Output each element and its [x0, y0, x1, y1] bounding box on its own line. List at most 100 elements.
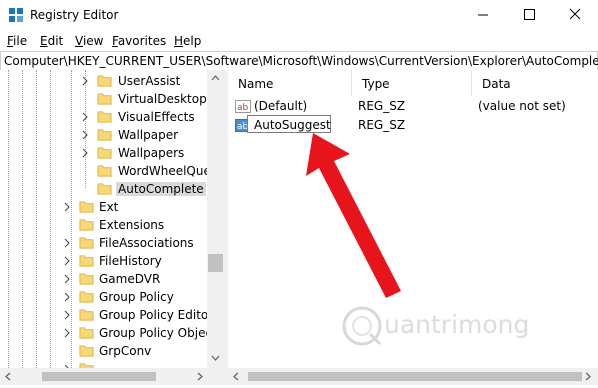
folder-icon	[79, 237, 94, 249]
chevron-right-icon[interactable]	[62, 291, 72, 303]
scroll-left-icon	[5, 372, 11, 381]
folder-icon	[79, 255, 94, 267]
scrollbar-track	[233, 372, 591, 381]
tree-item[interactable]: Group Policy Objects	[0, 324, 223, 342]
tree-item-label: Group Policy Editor	[99, 308, 214, 322]
address-path: Computer\HKEY_CURRENT_USER\Software\Micr…	[4, 54, 598, 68]
tree-item-label: FileHistory	[99, 254, 162, 268]
tree-item-label: Group Policy Objects	[99, 326, 224, 340]
menu-help[interactable]: Help	[174, 34, 201, 48]
value-type: REG_SZ	[358, 99, 406, 113]
tree-item-label: Group Policy	[99, 290, 174, 304]
tree-item[interactable]: Extensions	[0, 216, 206, 234]
tree-item[interactable]: FileHistory	[0, 252, 206, 270]
svg-text:ab: ab	[237, 103, 249, 113]
folder-icon	[97, 93, 112, 105]
tree-item-label: AutoComplete	[116, 182, 206, 196]
menu-view[interactable]: View	[75, 34, 103, 48]
column-header-name[interactable]: Name	[228, 70, 352, 96]
red-arrow-annotation	[306, 133, 401, 298]
folder-icon	[97, 75, 112, 87]
folder-icon	[97, 165, 112, 177]
folder-icon	[79, 327, 94, 339]
tree-item[interactable]: Group Policy Editor	[0, 306, 213, 324]
registry-editor-icon	[9, 8, 23, 22]
values-pane: Name Type Data ab (Default) REG_SZ (valu…	[228, 70, 598, 385]
tree-item[interactable]: UserAssist	[0, 72, 206, 90]
title-bar: Registry Editor	[0, 0, 598, 30]
scroll-thumb	[208, 254, 223, 272]
tree-item[interactable]: GrpConv	[0, 342, 206, 360]
key-tree: UserAssist VirtualDesktops VisualEffects…	[0, 70, 224, 370]
tree-item-label: Ext	[99, 200, 119, 214]
tree-item-label: VirtualDesktops	[118, 92, 213, 106]
folder-icon	[79, 201, 94, 213]
folder-icon	[97, 147, 112, 159]
chevron-right-icon[interactable]	[62, 237, 72, 249]
maximize-icon	[524, 9, 535, 20]
tree-vertical-scrollbar[interactable]	[207, 70, 224, 370]
folder-icon	[79, 273, 94, 285]
watermark-logo-icon	[342, 306, 382, 346]
folder-icon	[97, 129, 112, 141]
tree-item[interactable]: Ext	[0, 198, 206, 216]
tree-item[interactable]: VirtualDesktops	[0, 90, 213, 108]
tree-item-label: Wallpaper	[118, 128, 179, 142]
tree-item[interactable]: FileAssociations	[0, 234, 206, 252]
value-row[interactable]: ab (Default) REG_SZ (value not set)	[228, 97, 598, 115]
scrollbar-track	[208, 75, 223, 361]
menu-edit[interactable]: Edit	[40, 34, 63, 48]
chevron-right-icon[interactable]	[80, 75, 90, 87]
close-button[interactable]	[552, 0, 598, 30]
watermark-text: uantrimong	[384, 310, 530, 339]
address-bar[interactable]: Computer\HKEY_CURRENT_USER\Software\Micr…	[0, 51, 598, 71]
menu-file[interactable]: File	[7, 34, 27, 48]
chevron-right-icon[interactable]	[80, 129, 90, 141]
chevron-right-icon[interactable]	[62, 309, 72, 321]
folder-icon	[79, 291, 94, 303]
chevron-right-icon[interactable]	[62, 273, 72, 285]
scroll-thumb	[248, 372, 582, 381]
scroll-thumb	[42, 372, 156, 381]
scrollbar-track	[5, 372, 203, 381]
scroll-down-icon	[211, 355, 220, 361]
minimize-icon	[478, 14, 488, 16]
tree-item-label: Extensions	[99, 218, 165, 232]
column-header-type[interactable]: Type	[352, 70, 472, 96]
tree-item[interactable]: GameDVR	[0, 270, 206, 288]
tree-item-label: FileAssociations	[99, 236, 194, 250]
tree-item[interactable]: Group Policy	[0, 288, 206, 306]
tree-item[interactable]: WordWheelQuer	[0, 162, 216, 180]
folder-icon	[97, 183, 112, 195]
tree-item-label: WordWheelQuer	[118, 164, 216, 178]
chevron-right-icon[interactable]	[62, 255, 72, 267]
scroll-right-icon	[197, 372, 203, 381]
string-value-icon: ab	[235, 100, 251, 113]
tree-item[interactable]: Wallpapers	[0, 144, 206, 162]
tree-item-label: Wallpapers	[118, 146, 185, 160]
tree-item-selected[interactable]: AutoComplete	[0, 180, 206, 198]
tree-item[interactable]: Wallpaper	[0, 126, 206, 144]
watermark: uantrimong	[340, 302, 540, 350]
chevron-right-icon[interactable]	[80, 147, 90, 159]
chevron-right-icon[interactable]	[62, 201, 72, 213]
tree-item[interactable]: VisualEffects	[0, 108, 206, 126]
scroll-left-icon	[233, 372, 239, 381]
folder-icon	[97, 111, 112, 123]
close-icon	[569, 8, 581, 20]
menu-favorites[interactable]: Favorites	[112, 34, 166, 48]
tree-item-label: GrpConv	[99, 344, 152, 358]
scroll-right-icon	[585, 372, 591, 381]
values-horizontal-scrollbar[interactable]	[228, 368, 598, 385]
maximize-button[interactable]	[506, 0, 552, 30]
chevron-right-icon[interactable]	[80, 111, 90, 123]
tree-horizontal-scrollbar[interactable]	[0, 368, 224, 385]
tree-item-label: GameDVR	[99, 272, 161, 286]
column-header-data[interactable]: Data	[472, 70, 597, 96]
window-title: Registry Editor	[30, 8, 119, 22]
value-row-editing[interactable]: ab AutoSuggest REG_SZ	[228, 115, 598, 134]
folder-icon	[79, 309, 94, 321]
folder-icon	[79, 219, 94, 231]
chevron-right-icon[interactable]	[62, 327, 72, 339]
minimize-button[interactable]	[460, 0, 506, 30]
